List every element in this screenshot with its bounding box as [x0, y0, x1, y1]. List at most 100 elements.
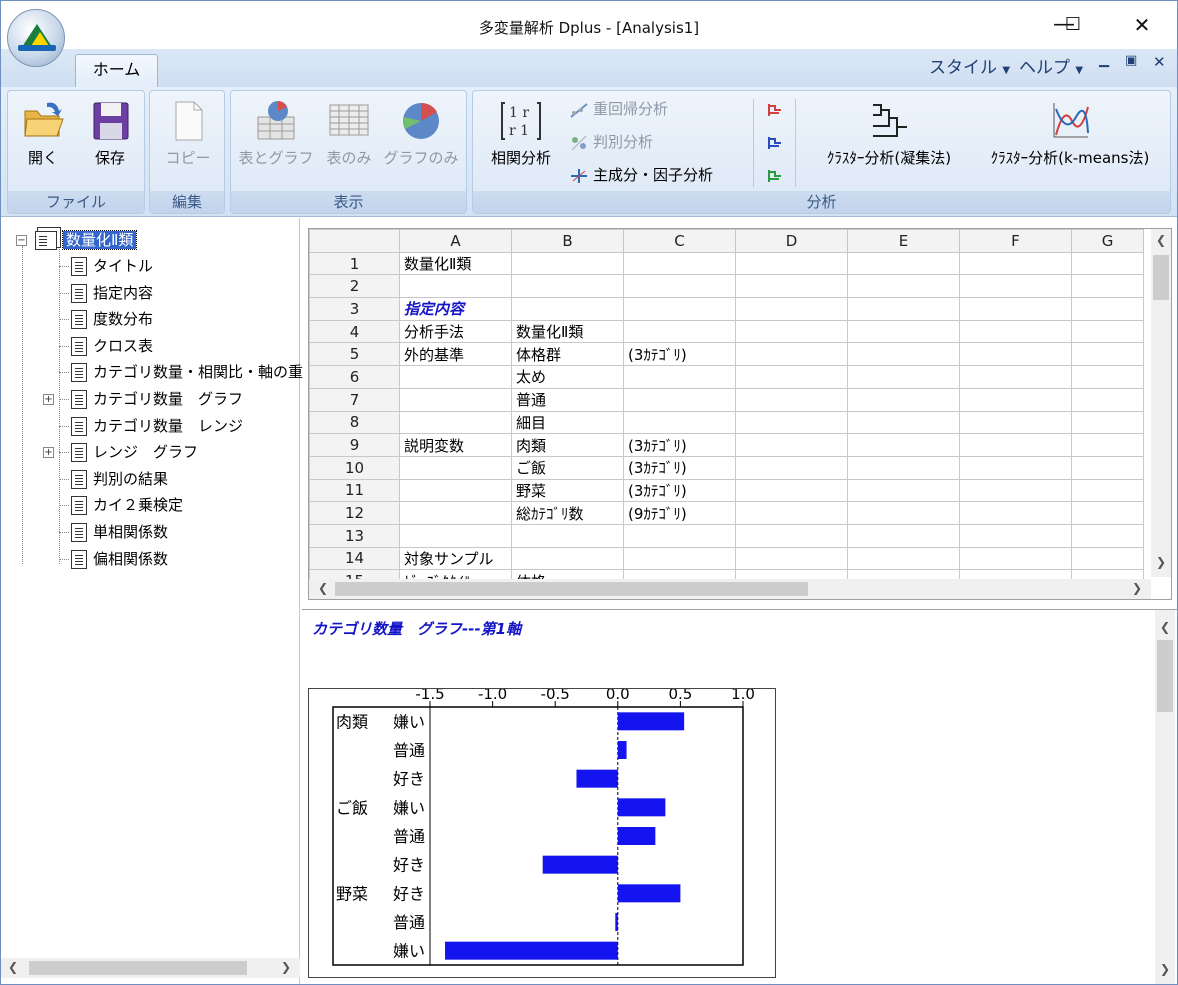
tree-item[interactable]: タイトル [71, 255, 153, 277]
cell[interactable] [847, 251, 960, 276]
row-header[interactable]: 6 [309, 365, 400, 389]
cell[interactable] [623, 410, 736, 435]
mdi-minimize-icon[interactable]: ▁ [1099, 53, 1109, 68]
cell[interactable] [959, 433, 1072, 457]
cell[interactable] [735, 478, 848, 503]
cell[interactable] [959, 501, 1072, 525]
tree-collapse-root[interactable]: − [16, 235, 27, 246]
cell[interactable] [1071, 410, 1144, 435]
cell[interactable] [735, 523, 848, 548]
sheet-hscrollbar[interactable]: ❮ ❯ [309, 579, 1151, 599]
tree-item[interactable]: 判別の結果 [71, 468, 168, 490]
cell[interactable] [399, 410, 512, 435]
column-header[interactable]: D [735, 229, 848, 253]
table-and-graph-button[interactable]: 表とグラフ [237, 99, 315, 168]
cell[interactable] [623, 387, 736, 412]
tree-item[interactable]: レンジ グラフ [71, 441, 198, 463]
cell[interactable]: 細目 [511, 410, 624, 435]
tree-expand-7[interactable]: + [43, 447, 54, 459]
cell[interactable]: 太め [511, 365, 624, 389]
cell[interactable] [399, 274, 512, 299]
sheet-vscrollbar[interactable]: ❮ ❯ [1151, 229, 1171, 577]
mdi-restore-icon[interactable]: ▣ [1125, 53, 1137, 68]
cell[interactable] [399, 478, 512, 503]
cell[interactable]: 肉類 [511, 433, 624, 457]
maximize-button[interactable]: ☐ [1050, 9, 1096, 41]
cell[interactable] [959, 319, 1072, 344]
graph-only-button[interactable]: グラフのみ [381, 99, 461, 168]
cell[interactable] [847, 523, 960, 548]
cluster-kmeans-button[interactable]: ｸﾗｽﾀｰ分析(k-means法) [975, 99, 1165, 168]
cell[interactable] [735, 546, 848, 571]
cell[interactable] [511, 546, 624, 571]
cell[interactable] [399, 365, 512, 389]
cell[interactable] [735, 251, 848, 276]
mdi-close-icon[interactable]: ✕ [1153, 53, 1166, 71]
tree-item[interactable]: カテゴリ数量 レンジ [71, 415, 243, 437]
cell[interactable] [959, 523, 1072, 548]
column-header[interactable]: G [1071, 229, 1144, 253]
cell[interactable] [847, 501, 960, 525]
row-header[interactable]: 14 [309, 546, 400, 571]
copy-button[interactable]: コピー [160, 99, 216, 168]
cell[interactable] [847, 297, 960, 321]
save-button[interactable]: 保存 [82, 99, 138, 168]
cell[interactable]: 数量化Ⅱ類 [511, 319, 624, 344]
row-header[interactable]: 8 [309, 410, 400, 435]
tree-item[interactable]: 偏相関係数 [71, 548, 168, 570]
cell[interactable]: 野菜 [511, 478, 624, 503]
cell[interactable] [847, 365, 960, 389]
cell[interactable] [399, 523, 512, 548]
column-header[interactable]: F [959, 229, 1072, 253]
column-header[interactable]: C [623, 229, 736, 253]
cell[interactable] [1071, 546, 1144, 571]
cell[interactable]: 分析手法 [399, 319, 512, 344]
cell[interactable] [399, 455, 512, 480]
row-header[interactable]: 12 [309, 501, 400, 525]
principal-factor-button[interactable]: 主成分・因子分析 [569, 162, 713, 188]
cell[interactable] [1071, 387, 1144, 412]
cell[interactable] [959, 274, 1072, 299]
cell[interactable] [511, 274, 624, 299]
row-header[interactable]: 3 [309, 297, 400, 321]
column-header[interactable]: A [399, 229, 512, 253]
cell[interactable] [735, 455, 848, 480]
cell[interactable] [1071, 455, 1144, 480]
cell[interactable]: ご飯 [511, 455, 624, 480]
column-header[interactable]: B [511, 229, 624, 253]
tree-green-icon[interactable] [765, 162, 789, 188]
cell[interactable]: 外的基準 [399, 342, 512, 367]
cell[interactable] [847, 410, 960, 435]
cell[interactable]: 総ｶﾃｺﾞﾘ数 [511, 501, 624, 525]
help-menu[interactable]: ヘルプ ▼ [1019, 53, 1083, 78]
cell[interactable] [959, 546, 1072, 571]
corner-header[interactable] [309, 229, 400, 253]
column-header[interactable]: E [847, 229, 960, 253]
cell[interactable]: 指定内容 [399, 297, 512, 321]
cell[interactable]: (9ｶﾃｺﾞﾘ) [623, 501, 736, 525]
cell[interactable] [1071, 274, 1144, 299]
cell[interactable] [735, 433, 848, 457]
cell[interactable] [847, 455, 960, 480]
tree-item[interactable]: 指定内容 [71, 282, 153, 304]
cell[interactable] [959, 455, 1072, 480]
tree-red-icon[interactable] [765, 96, 789, 122]
cell[interactable] [1071, 478, 1144, 503]
cell[interactable] [1071, 251, 1144, 276]
cell[interactable] [847, 433, 960, 457]
cell[interactable] [1071, 297, 1144, 321]
cell[interactable] [623, 319, 736, 344]
cell[interactable]: (3ｶﾃｺﾞﾘ) [623, 455, 736, 480]
table-only-button[interactable]: 表のみ [319, 99, 379, 168]
cell[interactable] [623, 365, 736, 389]
cell[interactable] [847, 274, 960, 299]
tree-item[interactable]: カイ２乗検定 [71, 494, 183, 516]
tab-home[interactable]: ホーム [75, 54, 158, 87]
cell[interactable] [623, 274, 736, 299]
cell[interactable]: (3ｶﾃｺﾞﾘ) [623, 478, 736, 503]
cell[interactable] [511, 297, 624, 321]
cell[interactable] [399, 387, 512, 412]
cell[interactable] [1071, 365, 1144, 389]
cell[interactable] [735, 297, 848, 321]
cell[interactable] [623, 546, 736, 571]
